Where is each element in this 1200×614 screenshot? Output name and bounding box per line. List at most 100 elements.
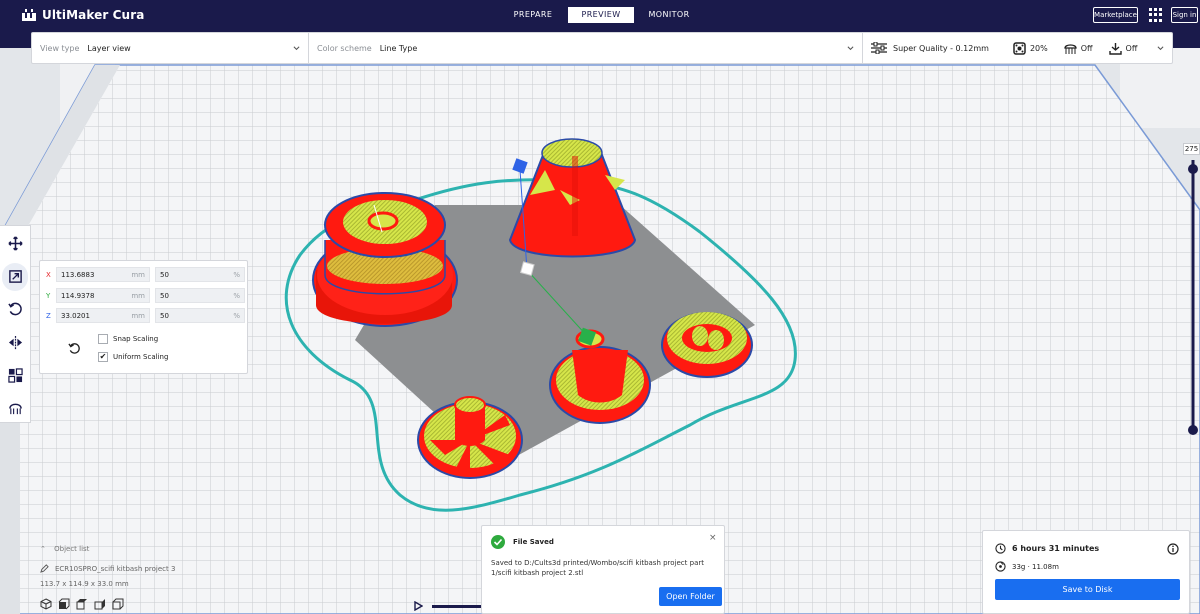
axis-x-label: X [46,270,51,279]
scale-y-mm-value: 114.9378 [61,291,95,300]
support-blocker-icon [8,403,22,414]
unit-mm: mm [131,270,145,279]
play-simulation-icon[interactable] [413,601,423,611]
infill-value: 20% [1029,43,1048,53]
color-scheme-value: Line Type [379,43,418,53]
object-list-toggle[interactable]: ⌃ Object list [40,545,89,553]
scale-tool-button[interactable] [2,262,28,291]
color-scheme-label: Color scheme [317,43,372,53]
scale-x-percent-input[interactable]: 50 % [155,267,245,282]
camera-view-buttons [40,598,124,610]
move-tool-button[interactable] [2,230,28,258]
view-settings-bar: View type Layer view Color scheme Line T… [31,32,1173,64]
tab-monitor[interactable]: MONITOR [636,7,702,23]
print-settings-dropdown[interactable]: Super Quality - 0.12mm 20% Off Off [863,33,1172,63]
reset-scale-icon[interactable] [68,342,81,355]
tool-sidebar [0,225,31,423]
scale-row-y: Y 114.9378 mm 50 % [46,288,245,303]
view-type-label: View type [40,43,80,53]
top-view-icon[interactable] [76,598,88,610]
front-view-icon[interactable] [58,598,70,610]
left-view-icon[interactable] [94,598,106,610]
spool-icon [995,561,1006,572]
snap-scaling-checkbox[interactable]: Snap Scaling [98,334,158,344]
layer-slider[interactable] [1187,154,1199,439]
scale-z-percent-value: 50 [160,311,169,320]
scale-tool-panel: X 113.6883 mm 50 % Y 114.9378 mm 50 % Z … [39,260,248,374]
info-icon[interactable] [1167,543,1179,555]
rotate-tool-button[interactable] [2,296,28,324]
move-icon [7,236,23,251]
scale-z-mm-value: 33.0201 [61,311,90,320]
layer-slider-bottom-handle [1188,425,1198,435]
tab-prepare[interactable]: PREPARE [500,7,566,23]
simulation-slider[interactable] [432,605,482,608]
unit-mm: mm [131,311,145,320]
ultimaker-logo-icon [22,9,36,21]
app-logo: UltiMaker Cura [22,8,144,22]
chevron-down-icon [847,46,854,51]
toast-close-button[interactable]: × [709,533,717,543]
edit-pencil-icon [40,564,49,573]
adhesion-value: Off [1125,43,1138,53]
object-file-name: ECR10SPRO_scifi kitbash project 3 [55,564,176,573]
apps-grid-icon[interactable] [1149,8,1163,22]
color-scheme-dropdown[interactable]: Color scheme Line Type [309,33,863,63]
scale-y-mm-input[interactable]: 114.9378 mm [56,288,150,303]
unit-percent: % [233,270,240,279]
snap-scaling-box[interactable] [98,334,108,344]
scale-x-mm-value: 113.6883 [61,270,95,279]
3d-view-icon[interactable] [40,598,52,610]
per-model-settings-button[interactable] [2,361,28,389]
infill-icon [1013,41,1026,55]
print-info-panel: 6 hours 31 minutes 33g · 11.08m Save to … [982,530,1190,614]
quality-profile: Super Quality - 0.12mm [893,43,989,53]
scale-z-mm-input[interactable]: 33.0201 mm [56,308,150,323]
open-folder-button[interactable]: Open Folder [659,587,722,606]
sign-in-button[interactable]: Sign in [1171,7,1198,23]
axis-y-label: Y [46,291,51,300]
toast-title: File Saved [513,538,554,546]
unit-percent: % [233,291,240,300]
support-value: Off [1080,43,1093,53]
chevron-down-icon [293,46,300,51]
snap-scaling-label: Snap Scaling [113,335,159,343]
uniform-scaling-checkbox[interactable]: ✔ Uniform Scaling [98,352,168,362]
adhesion-icon [1108,42,1122,55]
unit-mm: mm [131,291,145,300]
scale-row-x: X 113.6883 mm 50 % [46,267,245,282]
scale-x-mm-input[interactable]: 113.6883 mm [56,267,150,282]
scale-row-z: Z 33.0201 mm 50 % [46,308,245,323]
object-file-row[interactable]: ECR10SPRO_scifi kitbash project 3 [40,564,175,573]
object-list-title: Object list [54,545,90,553]
scale-y-percent-input[interactable]: 50 % [155,288,245,303]
success-check-icon [491,535,505,549]
view-type-value: Layer view [87,43,131,53]
mirror-icon [8,335,22,349]
unit-percent: % [233,311,240,320]
toast-message: Saved to D:/Cults3d printed/Wombo/scifi … [491,559,704,577]
support-blocker-button[interactable] [2,394,28,422]
stage-tabs: PREPARE PREVIEW MONITOR [500,7,702,23]
mirror-tool-button[interactable] [2,328,28,356]
app-title: UltiMaker Cura [42,8,145,22]
file-saved-toast: File Saved × Saved to D:/Cults3d printed… [481,525,725,614]
uniform-scaling-label: Uniform Scaling [113,353,169,361]
clock-icon [995,543,1006,554]
scale-y-percent-value: 50 [160,291,169,300]
per-model-settings-icon [7,368,23,383]
chevron-up-icon: ⌃ [40,545,46,553]
chevron-down-icon [1157,46,1164,51]
support-icon [1064,43,1077,54]
material-row: 33g · 11.08m [995,561,1059,572]
tab-preview[interactable]: PREVIEW [568,7,634,23]
marketplace-button[interactable]: Marketplace [1093,7,1138,23]
right-view-icon[interactable] [112,598,124,610]
save-to-disk-button[interactable]: Save to Disk [995,579,1180,600]
scale-x-percent-value: 50 [160,270,169,279]
scale-z-percent-input[interactable]: 50 % [155,308,245,323]
uniform-scaling-box[interactable]: ✔ [98,352,108,362]
view-type-dropdown[interactable]: View type Layer view [32,33,309,63]
axis-z-label: Z [46,311,51,320]
rotate-icon [7,302,22,316]
